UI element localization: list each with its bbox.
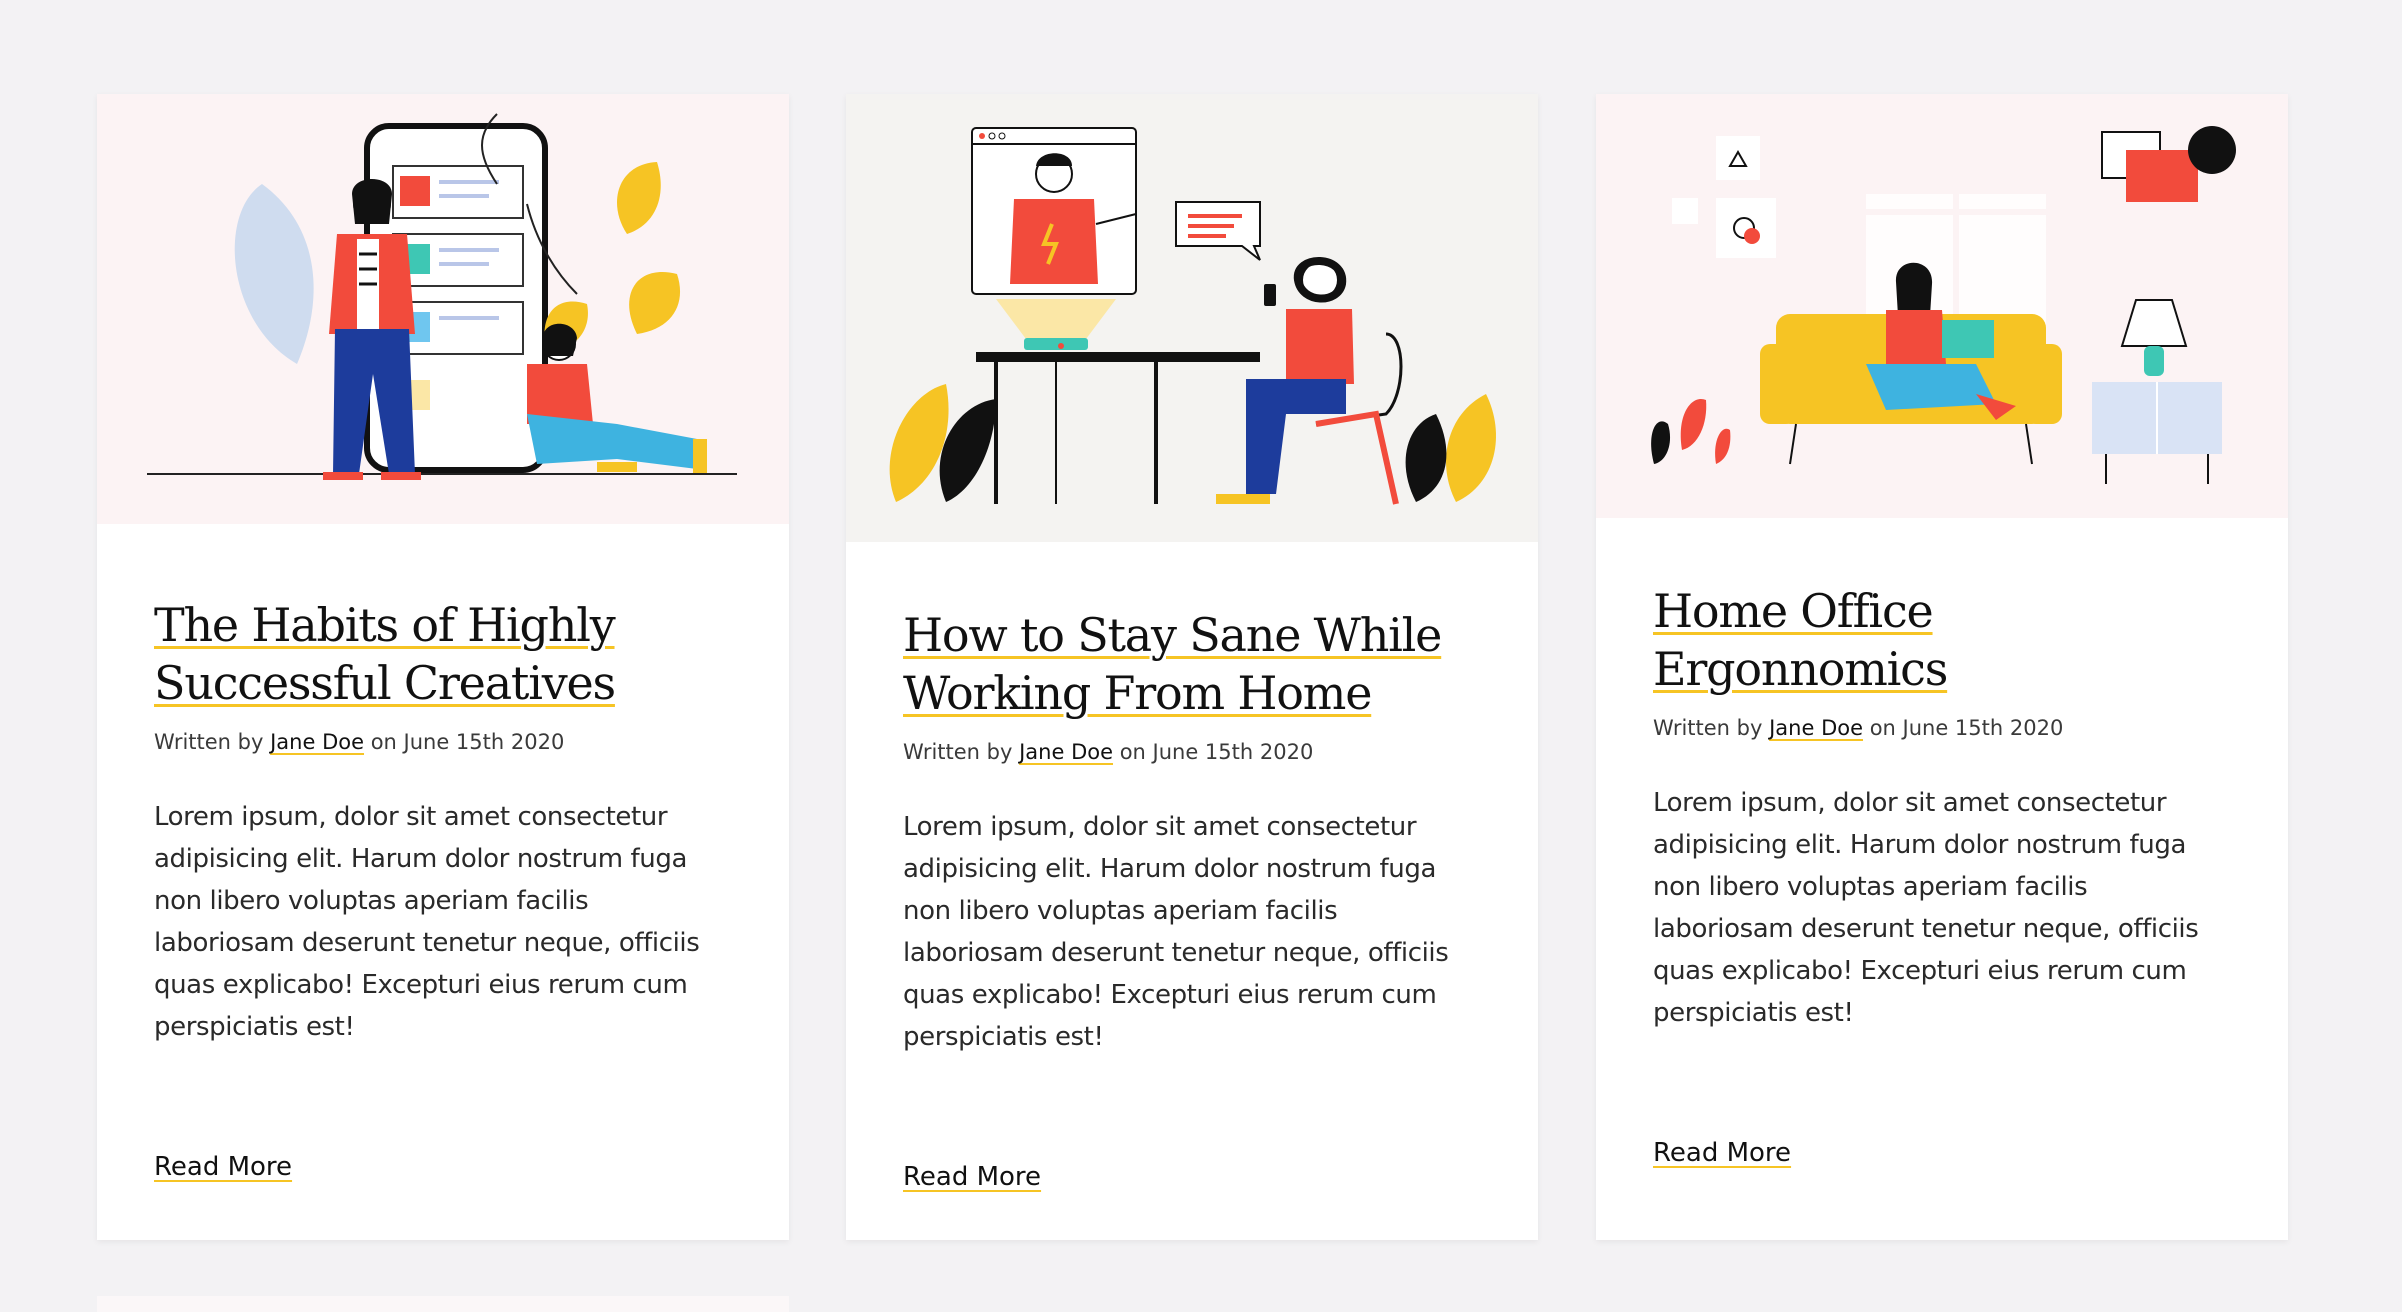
author-link[interactable]: Jane Doe — [1769, 716, 1863, 740]
meta-prefix: Written by — [1653, 716, 1770, 740]
article-title[interactable]: How to Stay Sane While Working From Home — [903, 606, 1481, 722]
card-body: How to Stay Sane While Working From Home… — [846, 542, 1538, 1192]
article-excerpt: Lorem ipsum, dolor sit amet consectetur … — [903, 812, 1449, 1052]
author-link[interactable]: Jane Doe — [1019, 740, 1113, 764]
person-with-phone-illustration[interactable] — [97, 94, 789, 524]
author-link[interactable]: Jane Doe — [270, 730, 364, 754]
read-more-link[interactable]: Read More — [903, 1162, 1041, 1192]
meta-prefix: Written by — [903, 740, 1020, 764]
article-meta: Written by Jane Doe on June 15th 2020 — [1653, 716, 2231, 740]
article-meta: Written by Jane Doe on June 15th 2020 — [154, 730, 732, 754]
meta-prefix: Written by — [154, 730, 271, 754]
card-body: The Habits of Highly Successful Creative… — [97, 524, 789, 1182]
next-article-card-partial — [97, 1296, 789, 1312]
card-body: Home Office Ergonnomics Written by Jane … — [1596, 518, 2288, 1168]
article-excerpt: Lorem ipsum, dolor sit amet consectetur … — [1653, 788, 2199, 1028]
sofa-laptop-illustration[interactable] — [1596, 94, 2288, 518]
read-more-link[interactable]: Read More — [154, 1152, 292, 1182]
article-card: How to Stay Sane While Working From Home… — [846, 94, 1538, 1240]
meta-date: on June 15th 2020 — [1863, 716, 2064, 740]
article-card: The Habits of Highly Successful Creative… — [97, 94, 789, 1240]
article-card: Home Office Ergonnomics Written by Jane … — [1596, 94, 2288, 1240]
meta-date: on June 15th 2020 — [1113, 740, 1314, 764]
meta-date: on June 15th 2020 — [364, 730, 565, 754]
article-excerpt: Lorem ipsum, dolor sit amet consectetur … — [154, 802, 700, 1042]
article-meta: Written by Jane Doe on June 15th 2020 — [903, 740, 1481, 764]
article-title[interactable]: The Habits of Highly Successful Creative… — [154, 596, 732, 712]
read-more-link[interactable]: Read More — [1653, 1138, 1791, 1168]
video-call-illustration[interactable] — [846, 94, 1538, 542]
article-title[interactable]: Home Office Ergonnomics — [1653, 582, 2231, 698]
